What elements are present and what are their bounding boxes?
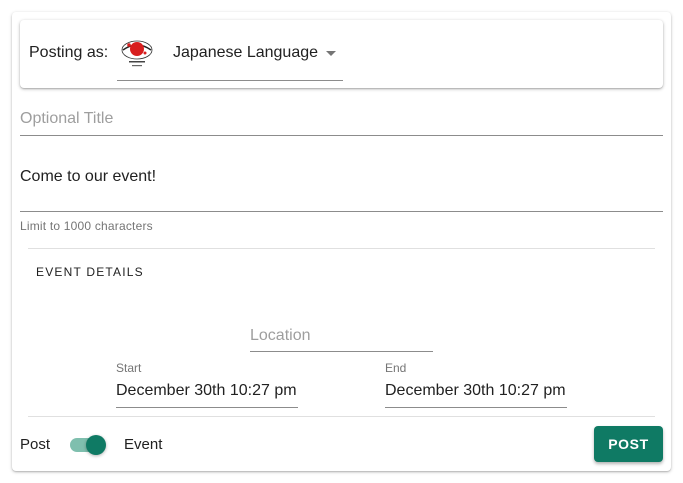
- divider-top: [28, 248, 655, 249]
- post-button[interactable]: POST: [594, 426, 663, 462]
- location-input[interactable]: [250, 321, 433, 351]
- toggle-thumb[interactable]: [86, 435, 106, 455]
- location-field[interactable]: [250, 321, 433, 352]
- poster-select[interactable]: Japanese Language: [117, 34, 343, 81]
- poster-name: Japanese Language: [173, 44, 319, 61]
- post-mode-label: Post: [20, 436, 51, 453]
- end-date-field[interactable]: End December 30th 10:27 pm: [385, 360, 567, 408]
- event-details-heading: EVENT DETAILS: [36, 265, 144, 279]
- title-input[interactable]: [20, 104, 663, 134]
- body-field[interactable]: Come to our event!: [20, 160, 663, 212]
- body-hint: Limit to 1000 characters: [20, 219, 153, 233]
- posting-as-bar: Posting as: Japanese Language: [20, 20, 663, 88]
- post-event-toggle[interactable]: [70, 434, 108, 456]
- divider-bottom: [28, 416, 655, 417]
- event-mode-label: Event: [124, 436, 163, 453]
- start-date-field[interactable]: Start December 30th 10:27 pm: [116, 360, 298, 408]
- club-logo-icon: [121, 40, 153, 67]
- caret-down-icon[interactable]: [326, 51, 336, 56]
- body-text[interactable]: Come to our event!: [20, 168, 156, 186]
- end-value[interactable]: December 30th 10:27 pm: [385, 382, 566, 400]
- title-field[interactable]: [20, 104, 663, 136]
- start-label: Start: [116, 361, 142, 375]
- posting-as-label: Posting as:: [29, 44, 109, 61]
- end-label: End: [385, 361, 407, 375]
- start-value[interactable]: December 30th 10:27 pm: [116, 382, 297, 400]
